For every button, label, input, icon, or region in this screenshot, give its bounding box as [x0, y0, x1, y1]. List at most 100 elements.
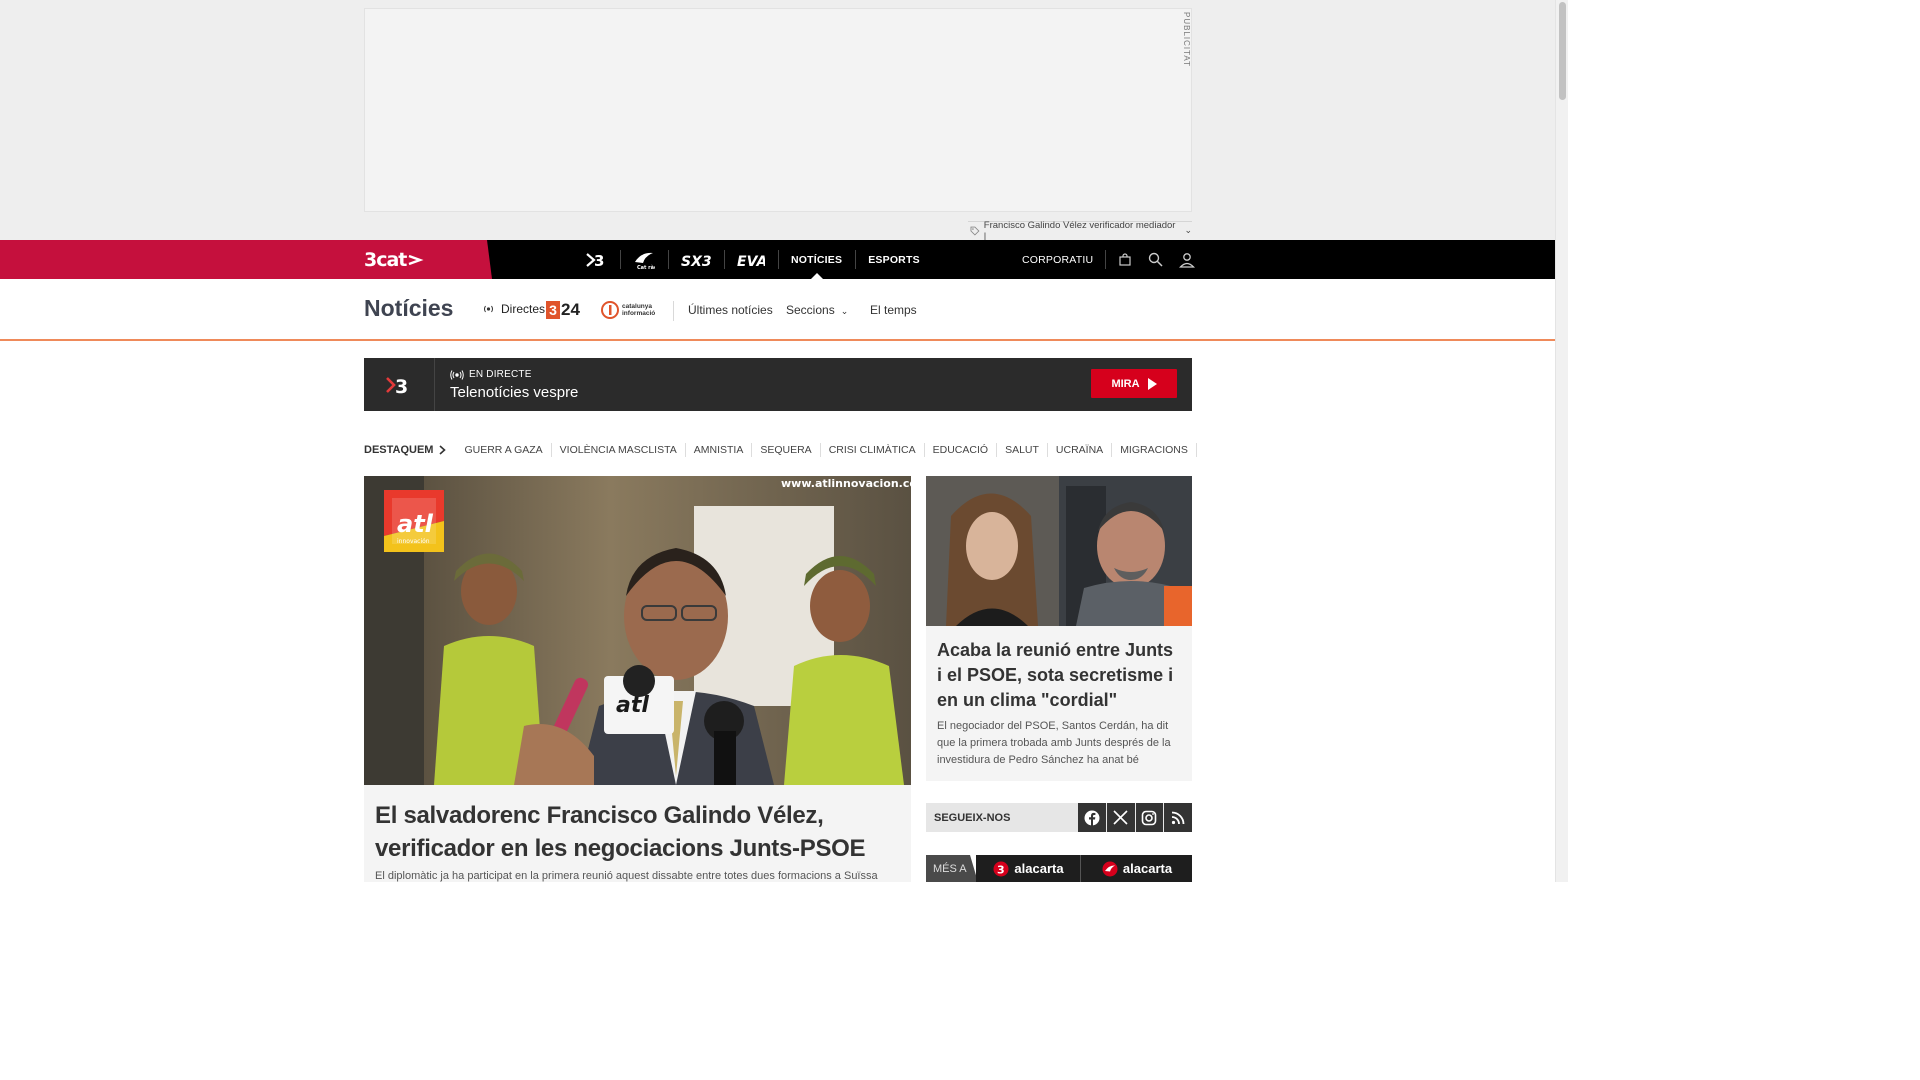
seccions-label: Seccions	[786, 303, 835, 317]
x-icon[interactable]	[1106, 803, 1135, 832]
svg-text:www.atlinnovacion.com: www.atlinnovacion.com	[781, 477, 911, 490]
sx3-logo-icon: SX3	[681, 254, 711, 268]
chevron-down-icon: ⌄	[840, 306, 849, 316]
follow-us-bar: SEGUEIX-NOS	[926, 803, 1192, 832]
channel-list: 3 Cat ràdio SX3 EVA NOTÍCIES ESPORTS	[572, 240, 933, 279]
nav-esports[interactable]: ESPORTS	[855, 240, 933, 279]
topic-link[interactable]: EDUCACIÓ	[925, 443, 998, 457]
tv3-alacarta-button[interactable]: 3 alacarta	[976, 855, 1080, 882]
ad-topic-text: Francisco Galindo Vélez verificador medi…	[983, 219, 1176, 242]
channel-eva[interactable]: EVA	[724, 240, 778, 279]
side-article-title[interactable]: Acaba la reunió entre Junts i el PSOE, s…	[937, 638, 1182, 713]
el-temps-link[interactable]: El temps	[870, 303, 917, 317]
page-title[interactable]: Notícies	[364, 295, 453, 322]
catradio-alacarta-button[interactable]: alacarta	[1081, 855, 1192, 882]
topic-link[interactable]: GUERR A GAZA	[456, 443, 552, 457]
press-conference-photo: atl atl innovación www.atlinnovacion.com	[364, 476, 911, 785]
chevron-down-icon[interactable]: ⌄	[1184, 225, 1192, 236]
top-navigation: 3cat 3 Cat ràdio SX3 EVA NOTÍCIES ESPORT…	[0, 240, 1555, 279]
ad-banner-area: PUBLICITAT Francisco Galindo Vélez verif…	[0, 0, 1555, 242]
main-article-text[interactable]: El salvadorenc Francisco Galindo Vélez, …	[364, 785, 911, 882]
3-24-logo-prefix: 3	[546, 301, 560, 319]
alacarta-label: alacarta	[1122, 861, 1173, 876]
3cat-logo[interactable]: 3cat	[364, 249, 424, 271]
live-banner[interactable]: 3 EN DIRECTE Telenotícies vespre MIRA	[364, 358, 1192, 411]
topic-link[interactable]: VIOLÈNCIA MASCLISTA	[552, 443, 686, 457]
channel-sx3[interactable]: SX3	[668, 240, 724, 279]
catalunya-informacio-text: catalunya informació	[622, 303, 656, 317]
svg-text:atl: atl	[397, 510, 434, 538]
directes-link[interactable]: Directes	[482, 302, 545, 316]
watch-button-label: MIRA	[1111, 377, 1140, 390]
interview-photo	[926, 476, 1192, 626]
chevron-right-icon	[439, 445, 447, 455]
ultimes-noticies-link[interactable]: Últimes notícies	[688, 303, 773, 317]
topic-link[interactable]: UCRAÏNA	[1048, 443, 1113, 457]
svg-text:3: 3	[594, 252, 604, 269]
facebook-icon[interactable]	[1078, 803, 1106, 832]
play-arrow-icon	[408, 254, 424, 266]
search-icon[interactable]	[1140, 240, 1171, 279]
ad-topic-bar[interactable]: Francisco Galindo Vélez verificador medi…	[968, 219, 1192, 242]
nav-noticies[interactable]: NOTÍCIES	[778, 240, 855, 279]
svg-text:EVA: EVA	[737, 254, 765, 268]
svg-text:SX3: SX3	[681, 254, 711, 268]
side-article-image[interactable]	[926, 476, 1192, 626]
catradio-logo-icon: Cat ràdio	[635, 252, 655, 270]
main-article-title[interactable]: El salvadorenc Francisco Galindo Vélez, …	[375, 799, 900, 865]
directes-label: Directes	[501, 302, 546, 316]
svg-text:3: 3	[395, 376, 408, 396]
destaquem-label[interactable]: DESTAQUEM	[364, 444, 447, 456]
live-broadcast-icon	[484, 305, 493, 313]
rss-icon[interactable]	[1164, 803, 1192, 832]
live-broadcast-icon	[450, 369, 464, 380]
more-on-label: MÉS A	[926, 855, 976, 882]
main-article-image[interactable]: atl atl innovación www.atlinnovacion.com	[364, 476, 911, 785]
svg-text:innovación: innovación	[397, 538, 430, 545]
channel-catradio[interactable]: Cat ràdio	[620, 240, 668, 279]
ad-label: PUBLICITAT	[1182, 12, 1191, 68]
topic-link[interactable]: SEQUERA	[752, 443, 821, 457]
topic-link[interactable]: CRISI CLIMÀTICA	[821, 443, 925, 457]
tv3-logo-icon: 3	[993, 861, 1009, 876]
3-24-logo[interactable]: 3 24	[546, 300, 580, 320]
shop-bag-icon[interactable]	[1109, 240, 1140, 279]
3-24-logo-text: 24	[561, 300, 580, 319]
top-nav-utilities: CORPORATIU	[1022, 240, 1202, 279]
alacarta-label: alacarta	[1014, 861, 1064, 876]
svg-text:atl: atl	[616, 693, 649, 718]
eva-logo-icon: EVA	[737, 254, 765, 268]
catalunya-informacio-icon	[601, 301, 619, 319]
tag-icon	[970, 226, 980, 236]
svg-text:3: 3	[997, 863, 1005, 876]
more-on-bar: MÉS A 3 alacarta alacarta	[926, 855, 1192, 882]
section-header: Notícies Directes 3 24 catalunya informa…	[0, 279, 1555, 341]
main-article-lead: El diplomàtic ja ha participat en la pri…	[375, 870, 878, 882]
user-icon[interactable]	[1171, 240, 1202, 279]
side-article-lead: El negociador del PSOE, Santos Cerdán, h…	[937, 720, 1171, 766]
follow-us-label: SEGUEIX-NOS	[934, 811, 1011, 824]
tv3-channel-logo: 3	[364, 358, 435, 411]
ad-slot[interactable]	[364, 8, 1192, 212]
watch-live-button[interactable]: MIRA	[1091, 369, 1177, 398]
instagram-icon[interactable]	[1135, 803, 1164, 832]
scrollbar-thumb[interactable]	[1559, 2, 1566, 100]
page-scrollbar[interactable]	[1555, 0, 1568, 882]
live-kicker: EN DIRECTE	[450, 369, 532, 380]
destaquem-text: DESTAQUEM	[364, 444, 434, 456]
nav-corporatiu[interactable]: CORPORATIU	[1022, 250, 1107, 269]
topic-link[interactable]: SALUT	[997, 443, 1048, 457]
brand-text: 3cat	[364, 249, 407, 271]
catradio-logo-icon	[1102, 861, 1118, 876]
catalunya-informacio-logo[interactable]: catalunya informació	[601, 300, 660, 320]
side-article-card[interactable]: Acaba la reunió entre Junts i el PSOE, s…	[926, 476, 1192, 781]
topic-link[interactable]: AMNISTIA	[686, 443, 753, 457]
live-program-title[interactable]: Telenotícies vespre	[450, 384, 578, 401]
live-kicker-text: EN DIRECTE	[469, 369, 532, 380]
play-icon	[1147, 377, 1157, 390]
seccions-dropdown[interactable]: Seccions ⌄	[786, 303, 848, 317]
topic-link[interactable]: MIGRACIONS	[1112, 443, 1197, 457]
featured-topics-bar: DESTAQUEM GUERR A GAZA VIOLÈNCIA MASCLIS…	[364, 441, 1197, 459]
channel-tv3[interactable]: 3	[572, 240, 620, 279]
tv3-logo-icon: 3	[386, 376, 408, 396]
